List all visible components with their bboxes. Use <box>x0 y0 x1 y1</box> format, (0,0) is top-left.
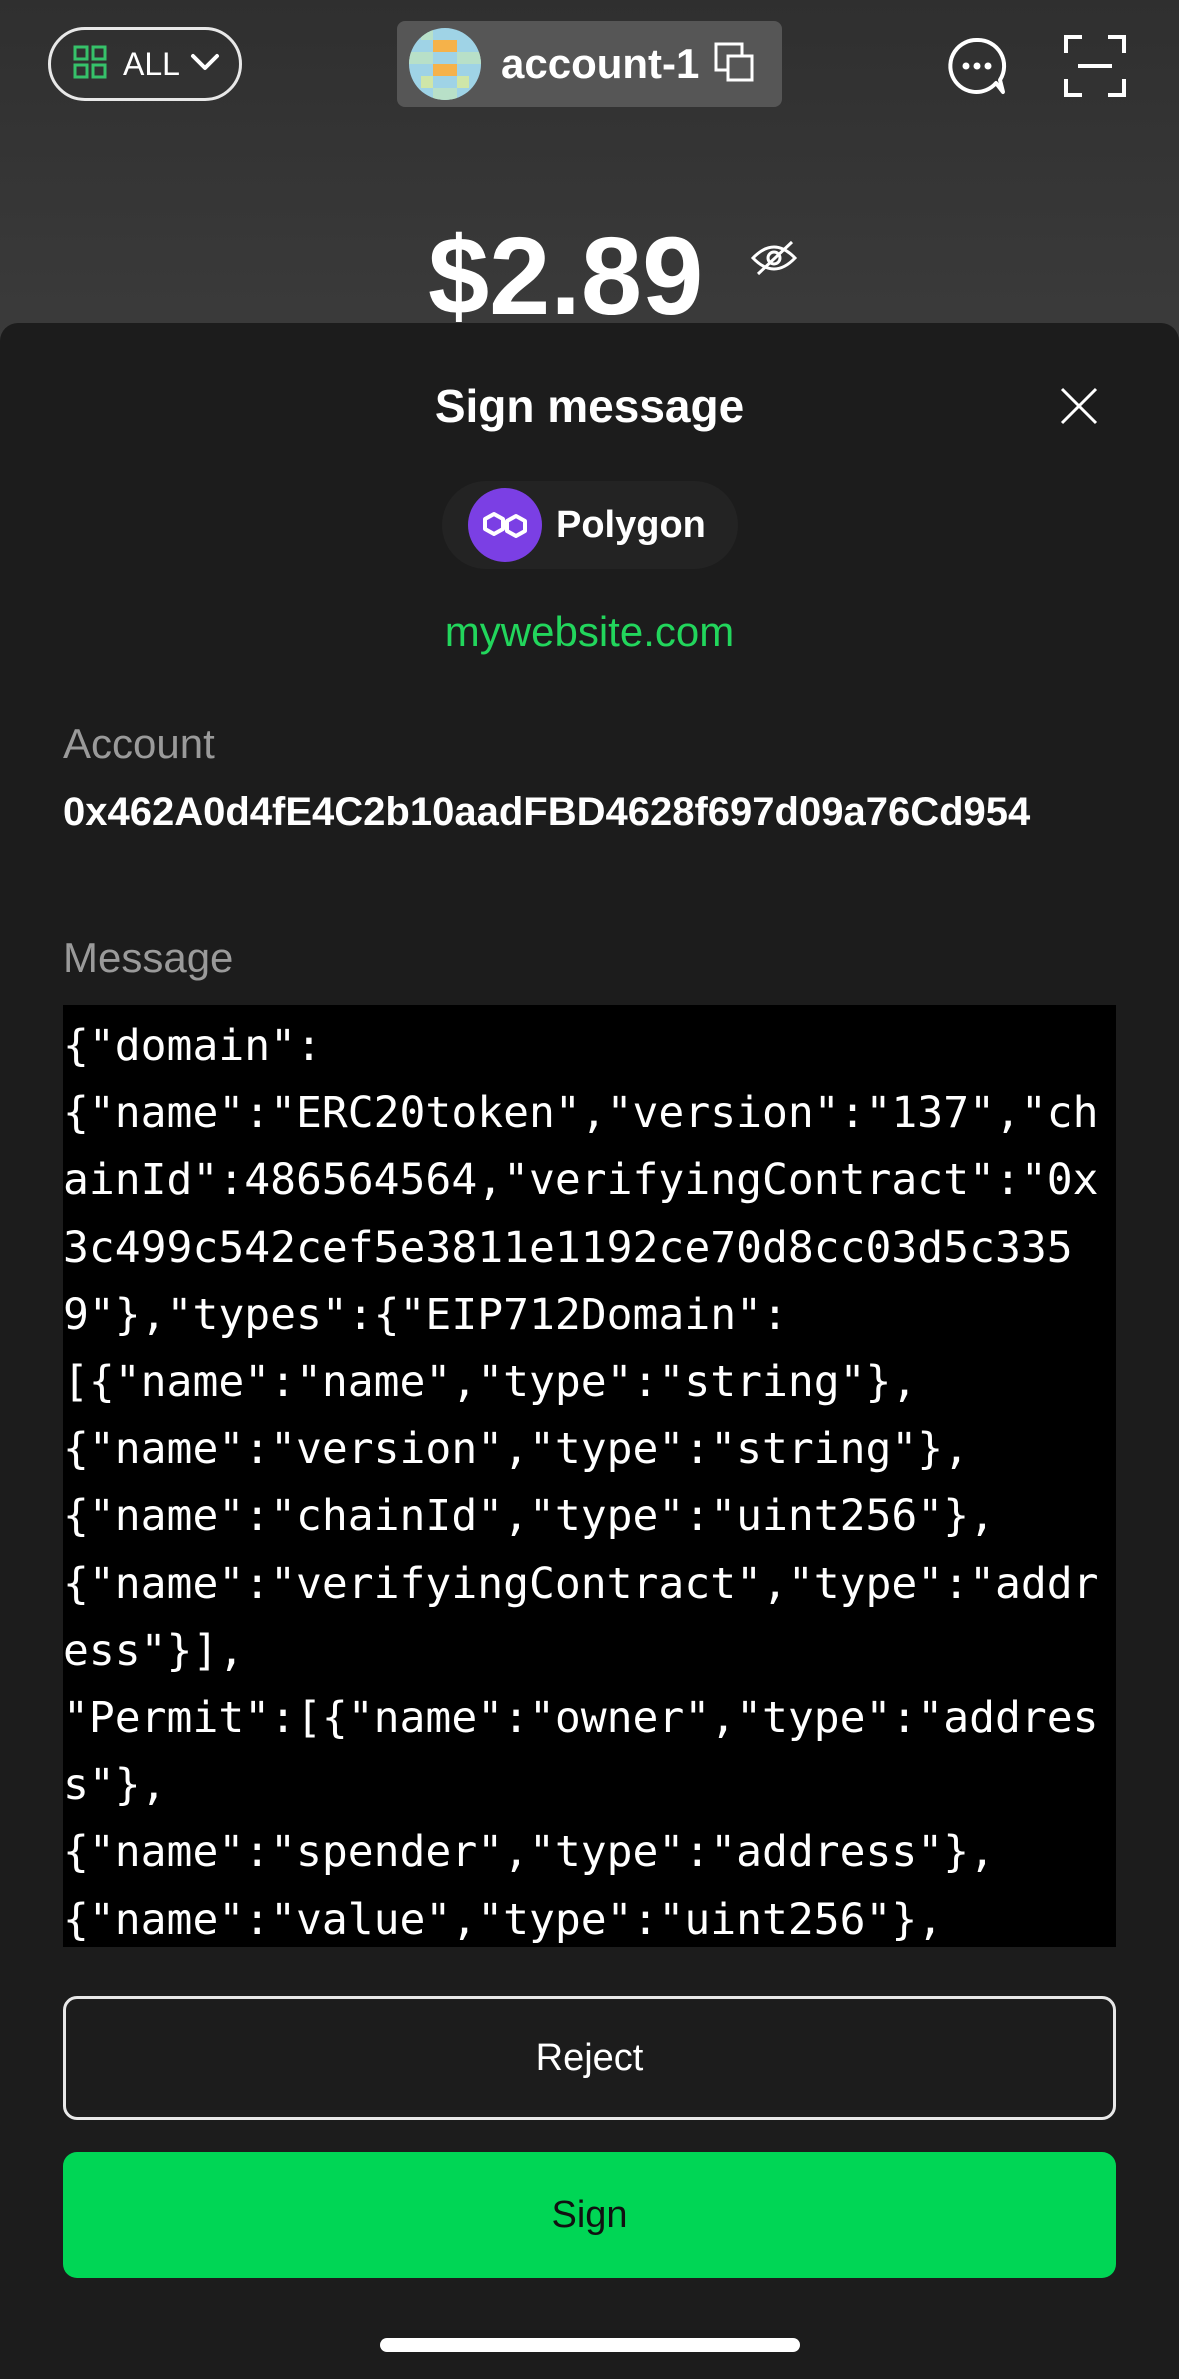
close-icon[interactable] <box>1058 385 1100 427</box>
avatar <box>409 28 481 100</box>
sheet-title: Sign message <box>434 380 745 432</box>
network-badge: Polygon <box>442 481 738 569</box>
wallet-header: ALL account-1 $2.89 <box>0 0 1179 340</box>
scan-icon[interactable] <box>1064 35 1126 102</box>
filter-all-button[interactable]: ALL <box>48 27 242 101</box>
sign-button[interactable]: Sign <box>63 2152 1116 2278</box>
chat-icon[interactable] <box>947 36 1007 101</box>
sign-message-sheet: Sign message Polygon mywebsite.com Accou… <box>0 323 1179 2379</box>
chevron-down-icon <box>190 52 220 77</box>
filter-label: ALL <box>123 45 180 82</box>
reject-button[interactable]: Reject <box>63 1996 1116 2120</box>
polygon-icon <box>468 488 542 562</box>
account-selector[interactable]: account-1 <box>397 21 782 107</box>
message-text: {"domain": {"name":"ERC20token","version… <box>63 1021 1099 1945</box>
home-indicator <box>380 2338 800 2352</box>
requesting-site: mywebsite.com <box>444 608 735 655</box>
hide-balance-icon[interactable] <box>750 238 798 283</box>
account-name: account-1 <box>501 40 700 87</box>
copy-icon[interactable] <box>713 41 755 88</box>
message-content[interactable]: {"domain": {"name":"ERC20token","version… <box>63 1005 1116 1947</box>
account-address: 0x462A0d4fE4C2b10aadFBD4628f697d09a76Cd9… <box>63 790 1031 834</box>
balance-amount: $2.89 <box>428 215 704 338</box>
message-label: Message <box>63 934 234 981</box>
grid-icon <box>73 45 107 84</box>
network-name: Polygon <box>556 503 706 546</box>
account-label: Account <box>63 720 215 767</box>
